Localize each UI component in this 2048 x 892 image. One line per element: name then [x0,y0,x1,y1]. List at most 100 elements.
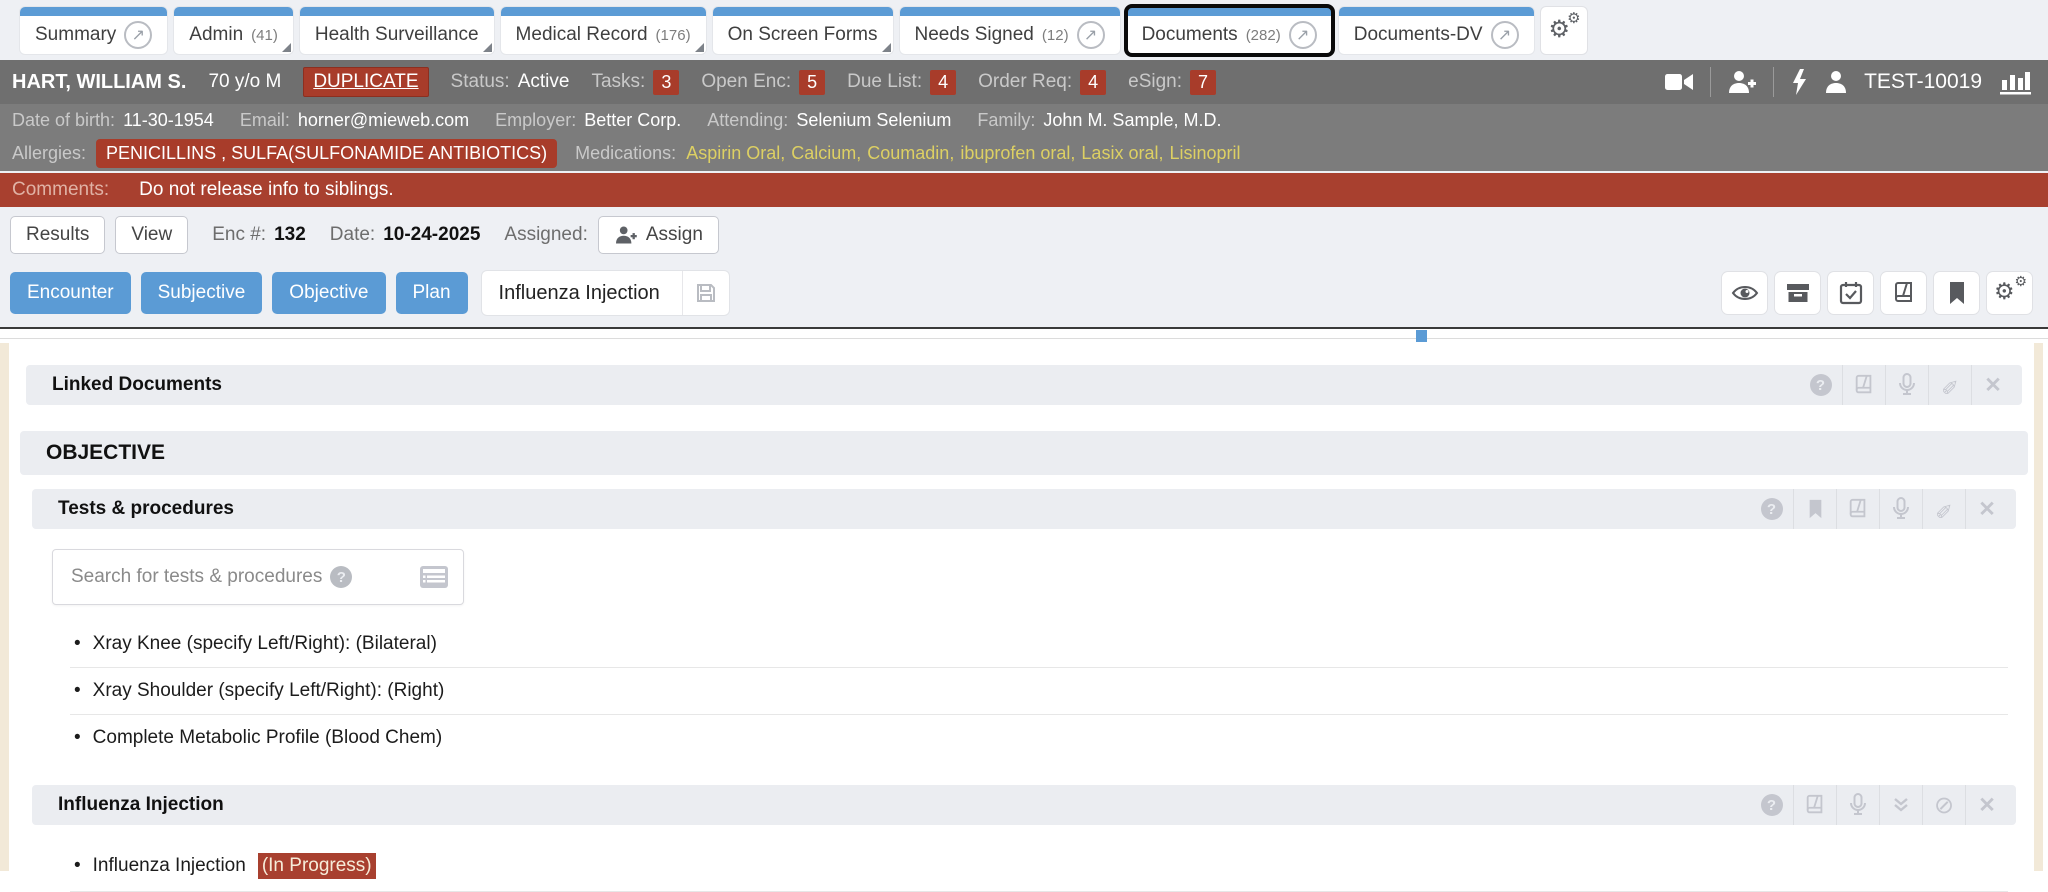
family-value: John M. Sample, M.D. [1043,110,1221,131]
view-button[interactable]: View [115,216,188,254]
encounter-button[interactable]: Encounter [10,272,131,314]
medication-link[interactable]: Lisinopril [1169,143,1240,164]
book-icon[interactable] [1836,489,1879,529]
search-placeholder: Search for tests & procedures [71,566,322,588]
medication-link[interactable]: Coumadin [867,143,954,164]
list-picker-icon[interactable] [419,565,449,589]
medication-link[interactable]: ibuprofen oral [960,143,1075,164]
book-icon[interactable] [1842,365,1885,405]
tab-summary[interactable]: Summary ↗ [20,7,167,54]
tab-needs-signed[interactable]: Needs Signed (12) ↗ [900,7,1120,54]
subjective-button[interactable]: Subjective [141,272,263,314]
medications-list: Aspirin Oral Calcium Coumadin ibuprofen … [686,143,1240,164]
dob-value: 11-30-1954 [123,110,214,131]
tab-label: Documents-DV [1354,24,1483,46]
tab-settings-gear-icon[interactable]: ⚙ ⚙ [1541,7,1587,54]
list-item[interactable]: • Xray Knee (specify Left/Right): (Bilat… [70,621,2008,668]
list-item[interactable]: • Complete Metabolic Profile (Blood Chem… [70,715,2008,761]
user-icon [1824,69,1848,95]
microphone-icon[interactable] [1885,365,1928,405]
test-item-text: Xray Knee (specify Left/Right): (Bilater… [93,633,437,655]
order-req-count-badge[interactable]: 4 [1080,70,1106,95]
dob-label: Date of birth: [12,110,115,131]
tab-accent-bar [501,7,706,16]
lightning-icon[interactable] [1790,68,1808,96]
ban-icon[interactable]: ⊘ [1922,785,1965,825]
objective-button[interactable]: Objective [272,272,385,314]
comments-label: Comments: [12,179,109,201]
section-icon-toolbar: ? ✎ ✕ [1750,489,2008,529]
book-icon[interactable] [1881,272,1926,314]
list-item[interactable]: • Influenza Injection (In Progress) [70,841,2008,892]
tab-documents[interactable]: Documents (282) ↗ [1127,7,1332,54]
bookmark-icon[interactable] [1934,272,1979,314]
external-link-icon[interactable]: ↗ [124,21,152,49]
note-content-area: Linked Documents ? ✎ ✕ OBJECTIVE Tests &… [0,327,2048,871]
tab-accent-bar [900,7,1120,16]
section-icon-toolbar: ? ⊘ ✕ [1750,785,2008,825]
external-link-icon[interactable]: ↗ [1289,21,1317,49]
video-camera-icon[interactable] [1664,70,1694,94]
section-icon-toolbar: ? ✎ ✕ [1799,365,2014,405]
note-nav-bar: Encounter Subjective Objective Plan Infl… [0,263,2048,327]
edit-pencil-icon[interactable]: ✎ [1922,489,1965,529]
due-list-label: Due List: [847,71,922,93]
horizontal-scrollbar[interactable] [0,329,2048,343]
section-influenza-injection: Influenza Injection ? ⊘ ✕ [32,785,2016,825]
book-icon[interactable] [1793,785,1836,825]
plan-button[interactable]: Plan [396,272,468,314]
calendar-check-icon[interactable] [1828,272,1873,314]
help-icon[interactable]: ? [330,566,352,588]
tasks-label: Tasks: [591,71,645,93]
scrollbar-thumb[interactable] [1416,330,1427,342]
tests-search-input[interactable]: Search for tests & procedures ? [52,549,464,605]
user-id[interactable]: TEST-10019 [1864,70,1982,94]
duplicate-badge[interactable]: DUPLICATE [303,67,428,97]
external-link-icon[interactable]: ↗ [1077,21,1105,49]
list-item[interactable]: • Xray Shoulder (specify Left/Right): (R… [70,668,2008,715]
close-icon[interactable]: ✕ [1971,365,2014,405]
tab-admin[interactable]: Admin (41) [174,7,293,54]
settings-gears-icon[interactable]: ⚙ ⚙ [1987,272,2032,314]
section-objective-header: OBJECTIVE [20,431,2028,475]
tab-medical-record[interactable]: Medical Record (176) [501,7,706,54]
section-tests-procedures: Tests & procedures ? ✎ ✕ [32,489,2016,529]
due-list-count-badge[interactable]: 4 [930,70,956,95]
save-icon[interactable] [683,282,729,304]
medication-link[interactable]: Aspirin Oral [686,143,785,164]
archive-icon[interactable] [1775,272,1820,314]
tab-count: (176) [656,27,691,44]
open-enc-count-badge[interactable]: 5 [799,70,825,95]
esign-label: eSign: [1128,71,1182,93]
help-icon[interactable]: ? [1750,489,1793,529]
tab-health-surveillance[interactable]: Health Surveillance [300,7,494,54]
tab-count: (41) [251,27,278,44]
tab-on-screen-forms[interactable]: On Screen Forms [713,7,893,54]
tab-accent-bar [174,7,293,16]
chart-stats-icon[interactable] [1998,68,2032,96]
tab-documents-dv[interactable]: Documents-DV ↗ [1339,7,1534,54]
tasks-count-badge[interactable]: 3 [653,70,679,95]
medication-link[interactable]: Lasix oral [1081,143,1163,164]
assign-button[interactable]: Assign [598,216,719,254]
esign-count-badge[interactable]: 7 [1190,70,1216,95]
divider [1710,67,1711,97]
submenu-corner-icon [483,43,492,52]
edit-pencil-icon[interactable]: ✎ [1928,365,1971,405]
external-link-icon[interactable]: ↗ [1491,21,1519,49]
help-icon[interactable]: ? [1799,365,1842,405]
close-icon[interactable]: ✕ [1965,489,2008,529]
bookmark-icon[interactable] [1793,489,1836,529]
microphone-icon[interactable] [1836,785,1879,825]
section-title: Linked Documents [52,374,222,396]
close-icon[interactable]: ✕ [1965,785,2008,825]
add-user-icon[interactable] [1727,69,1757,95]
microphone-icon[interactable] [1879,489,1922,529]
medication-link[interactable]: Calcium [791,143,861,164]
eye-preview-icon[interactable] [1722,272,1767,314]
chevron-double-down-icon[interactable] [1879,785,1922,825]
help-icon[interactable]: ? [1750,785,1793,825]
add-user-icon [614,225,638,245]
results-button[interactable]: Results [10,216,105,254]
allergies-badge[interactable]: PENICILLINS , SULFA(SULFONAMIDE ANTIBIOT… [96,139,557,168]
